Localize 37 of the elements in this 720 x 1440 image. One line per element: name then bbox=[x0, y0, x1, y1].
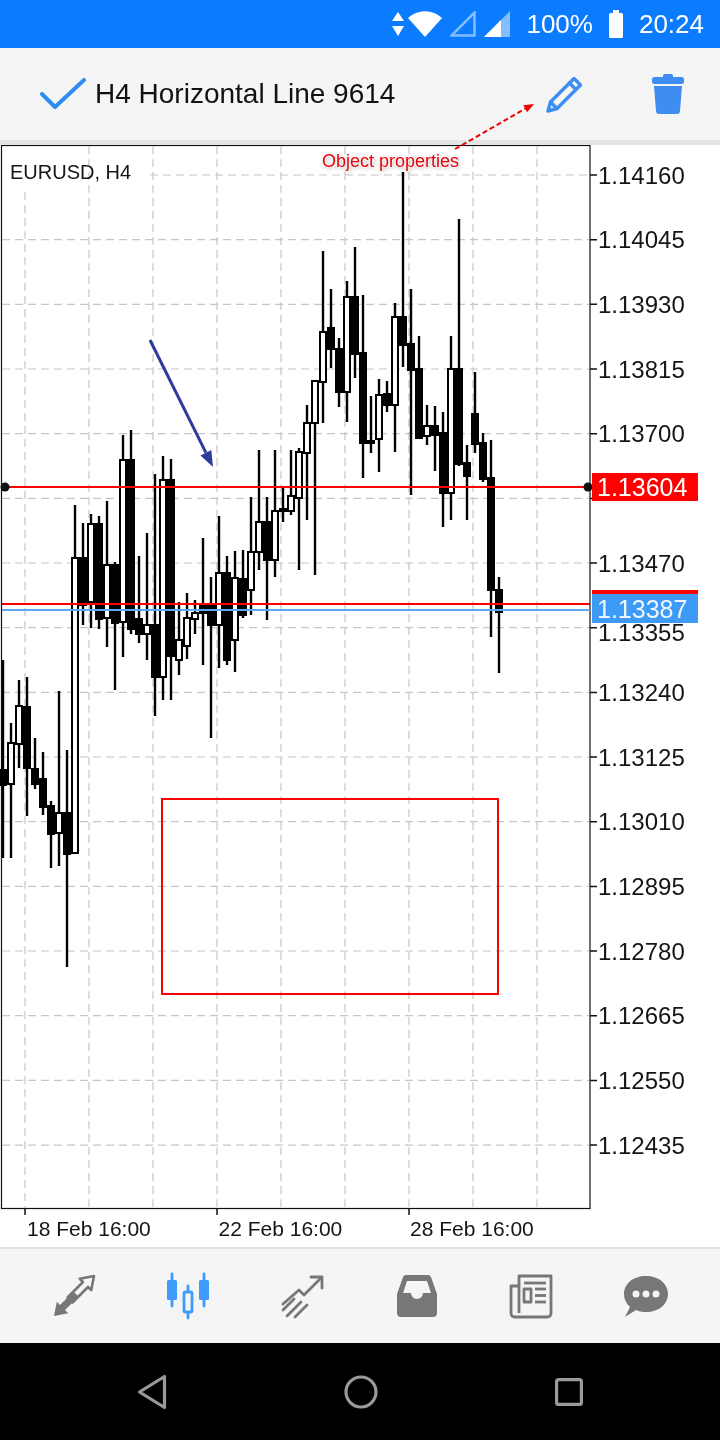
line-price-tag: 1.13604 bbox=[592, 473, 698, 501]
time-axis-label: 18 Feb 16:00 bbox=[27, 1217, 151, 1240]
callout-label: Object properties bbox=[322, 151, 460, 173]
price-axis-label: 1.14045 bbox=[598, 226, 685, 254]
price-axis-label: 1.13010 bbox=[598, 808, 685, 836]
price-axis-label: 1.12895 bbox=[598, 872, 685, 900]
wifi-icon bbox=[408, 11, 443, 37]
price-axis-label: 1.13125 bbox=[598, 743, 685, 771]
price-axis-label: 1.13240 bbox=[598, 678, 685, 706]
data-arrows-icon bbox=[392, 12, 405, 36]
price-axis-label: 1.12435 bbox=[598, 1131, 685, 1159]
price-axis-label: 1.13815 bbox=[598, 355, 685, 383]
pencil-icon[interactable] bbox=[545, 74, 585, 114]
recents-icon[interactable] bbox=[555, 1377, 584, 1406]
clock-time: 20:24 bbox=[638, 11, 704, 37]
bid-price-tag: 1.13387 bbox=[592, 594, 698, 623]
price-axis-label: 1.12550 bbox=[598, 1066, 685, 1094]
price-axis-label: 1.12780 bbox=[598, 937, 685, 965]
signal-icon bbox=[484, 11, 511, 37]
back-icon[interactable] bbox=[136, 1373, 167, 1410]
line-handle[interactable] bbox=[583, 482, 593, 492]
price-axis-label: 1.12665 bbox=[598, 1002, 685, 1030]
price-axis-label: 1.13700 bbox=[598, 420, 685, 448]
price-axis-label: 1.14160 bbox=[598, 161, 685, 189]
checkmark-icon[interactable] bbox=[40, 78, 86, 110]
time-axis-label: 28 Feb 16:00 bbox=[410, 1217, 534, 1240]
price-axis-label: 1.13470 bbox=[598, 549, 685, 577]
line-handle[interactable] bbox=[0, 482, 10, 492]
time-axis-label: 22 Feb 16:00 bbox=[218, 1217, 343, 1240]
battery-percent: 100% bbox=[526, 11, 593, 37]
signal-outline-icon bbox=[450, 11, 477, 37]
home-icon[interactable] bbox=[344, 1374, 378, 1409]
trash-icon[interactable] bbox=[652, 74, 684, 114]
object-title: H4 Horizontal Line 9614 bbox=[95, 77, 396, 111]
symbol-label: EURUSD, H4 bbox=[10, 161, 132, 183]
battery-icon bbox=[608, 10, 623, 38]
price-axis-label: 1.13930 bbox=[598, 290, 685, 318]
